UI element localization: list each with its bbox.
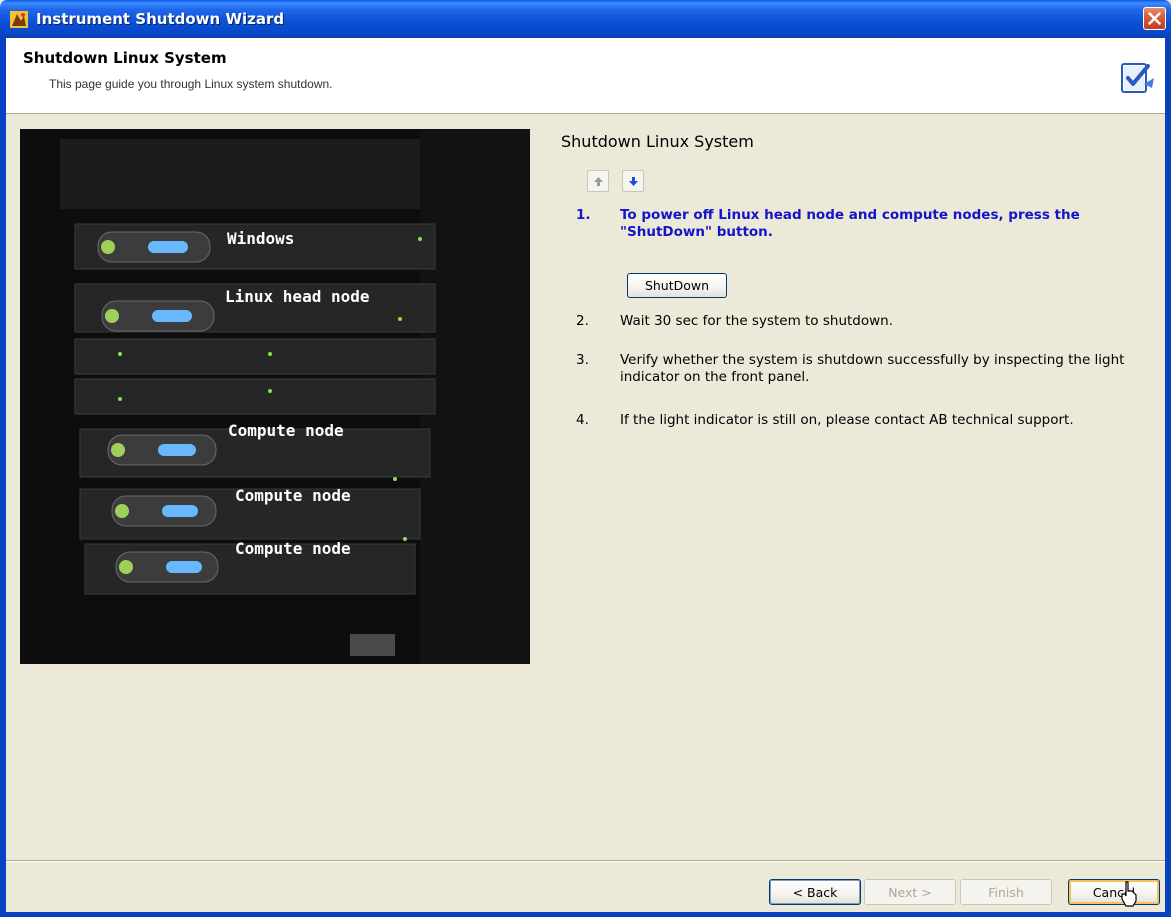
wizard-content: Windows Linux head node Compute node Com…	[6, 114, 1165, 860]
checklist-icon	[1121, 63, 1154, 93]
shutdown-button[interactable]: ShutDown	[627, 273, 727, 298]
server-rack-drawing	[20, 129, 530, 664]
image-label-compute-node-3: Compute node	[235, 539, 351, 558]
next-button[interactable]: Next >	[864, 879, 956, 905]
header-title: Shutdown Linux System	[23, 49, 227, 67]
image-label-compute-node-2: Compute node	[235, 486, 351, 505]
wizard-header: Shutdown Linux System This page guide yo…	[6, 38, 1165, 114]
finish-button[interactable]: Finish	[960, 879, 1052, 905]
window-title: Instrument Shutdown Wizard	[36, 10, 285, 28]
panel-title: Shutdown Linux System	[561, 132, 754, 151]
window-frame-right	[1165, 38, 1171, 917]
image-label-windows: Windows	[227, 229, 295, 248]
move-down-button[interactable]	[622, 170, 644, 192]
arrow-up-icon	[594, 177, 603, 186]
step-number: 3.	[576, 352, 589, 368]
step-text: To power off Linux head node and compute…	[620, 207, 1080, 240]
step-number: 2.	[576, 313, 589, 329]
arrow-down-icon	[629, 177, 638, 186]
wizard-window: Instrument Shutdown Wizard Shutdown Linu…	[0, 0, 1171, 917]
window-frame-bottom	[0, 912, 1171, 917]
move-up-button[interactable]	[587, 170, 609, 192]
step-text: Verify whether the system is shutdown su…	[620, 352, 1125, 385]
title-bar[interactable]: Instrument Shutdown Wizard	[0, 0, 1171, 38]
close-button[interactable]	[1143, 7, 1166, 30]
cancel-button[interactable]: Cancel	[1068, 879, 1160, 905]
footer-separator	[6, 860, 1165, 862]
image-label-linux-head-node: Linux head node	[225, 287, 370, 306]
close-icon	[1148, 12, 1161, 25]
header-subtitle: This page guide you through Linux system…	[49, 77, 333, 91]
step-number: 4.	[576, 412, 589, 428]
step-text: If the light indicator is still on, plea…	[620, 412, 1074, 428]
server-rack-image: Windows Linux head node Compute node Com…	[20, 129, 530, 664]
instrument-app-icon	[10, 11, 28, 28]
image-label-compute-node-1: Compute node	[228, 421, 344, 440]
mouse-cursor-icon	[1121, 881, 1137, 907]
step-number: 1.	[576, 207, 591, 223]
step-text: Wait 30 sec for the system to shutdown.	[620, 313, 894, 329]
back-button[interactable]: < Back	[769, 879, 861, 905]
